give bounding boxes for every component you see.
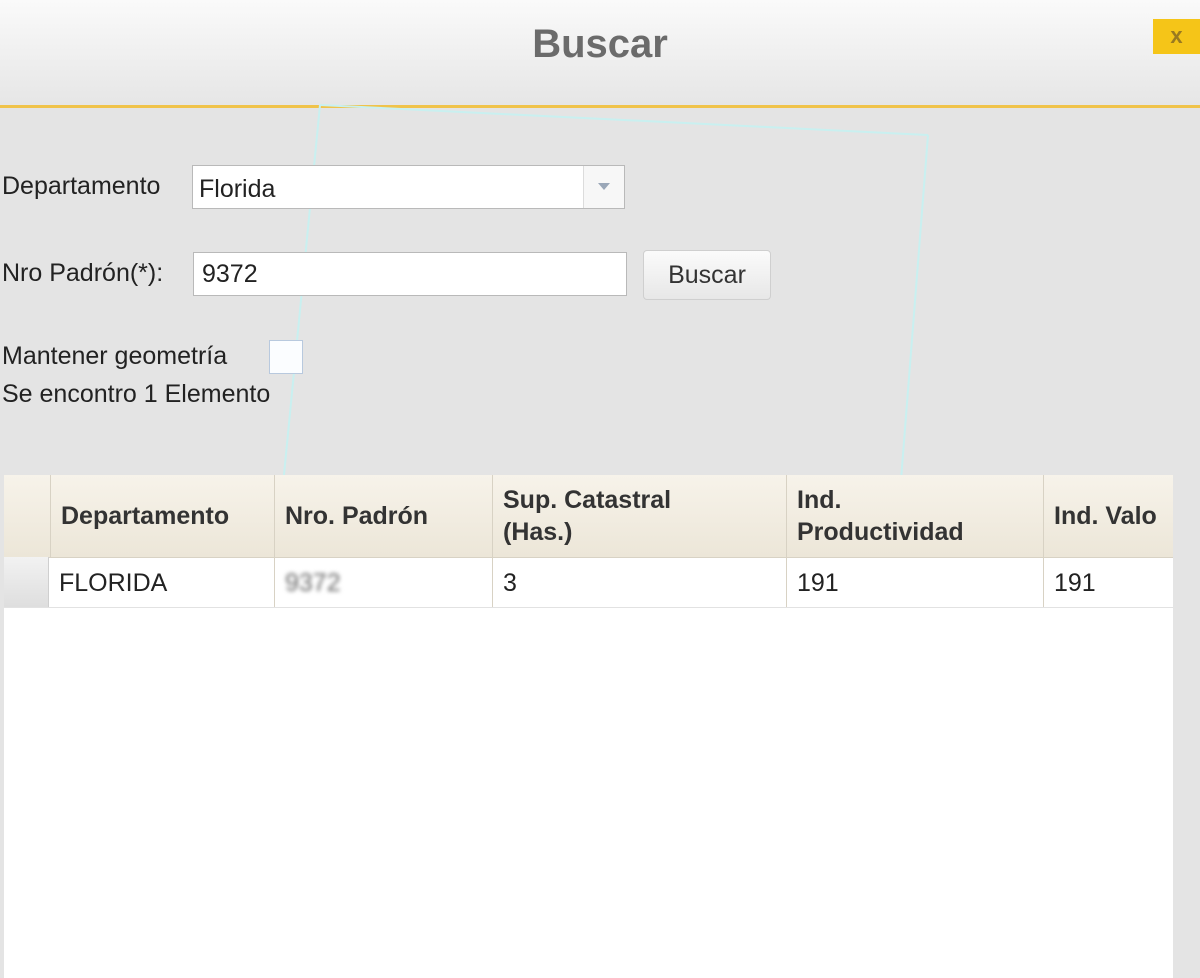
cell-ind-valor-value: 191 (1054, 569, 1096, 597)
dialog-title: Buscar (532, 22, 668, 66)
results-grid: Departamento Nro. Padrón Sup. Catastral … (4, 475, 1173, 978)
cell-departamento-value: FLORIDA (59, 569, 168, 597)
cell-nro-padron: 9372 (275, 557, 493, 607)
departamento-label: Departamento (2, 172, 161, 200)
cell-departamento: FLORIDA (49, 557, 275, 607)
departamento-select[interactable]: Florida (192, 165, 625, 209)
chevron-down-icon[interactable] (583, 166, 624, 208)
cell-sup-catastral: 3 (493, 557, 787, 607)
header-sup-catastral[interactable]: Sup. Catastral (Has.) (493, 475, 787, 557)
grid-header: Departamento Nro. Padrón Sup. Catastral … (4, 475, 1173, 558)
cell-ind-productividad: 191 (787, 557, 1044, 607)
header-selector-column (4, 475, 51, 557)
header-sup-catastral-label: Sup. Catastral (Has.) (503, 486, 672, 546)
search-button[interactable]: Buscar (643, 250, 771, 300)
padron-input[interactable] (193, 252, 627, 296)
dialog-titlebar: Buscar x (0, 0, 1200, 108)
cell-ind-productividad-value: 191 (797, 569, 839, 597)
result-count-text: Se encontro 1 Elemento (2, 380, 271, 408)
cell-sup-catastral-value: 3 (503, 569, 517, 597)
header-ind-valor-label: Ind. Valo (1054, 502, 1157, 530)
header-ind-productividad[interactable]: Ind. Productividad (787, 475, 1044, 557)
cell-ind-valor: 191 (1044, 557, 1173, 607)
padron-label: Nro Padrón(*): (2, 259, 164, 287)
header-nro-padron[interactable]: Nro. Padrón (275, 475, 493, 557)
row-selector[interactable] (4, 557, 49, 607)
header-ind-valor[interactable]: Ind. Valo (1044, 475, 1173, 557)
keep-geometry-label: Mantener geometría (2, 342, 228, 370)
header-departamento[interactable]: Departamento (51, 475, 275, 557)
close-button[interactable]: x (1153, 19, 1200, 54)
grid-right-edge (1173, 475, 1200, 978)
departamento-select-value: Florida (199, 175, 276, 203)
header-ind-productividad-label: Ind. Productividad (797, 486, 964, 546)
cell-nro-padron-value: 9372 (285, 569, 341, 597)
table-row[interactable]: FLORIDA 9372 3 191 191 (4, 557, 1173, 608)
keep-geometry-checkbox[interactable] (269, 340, 303, 374)
